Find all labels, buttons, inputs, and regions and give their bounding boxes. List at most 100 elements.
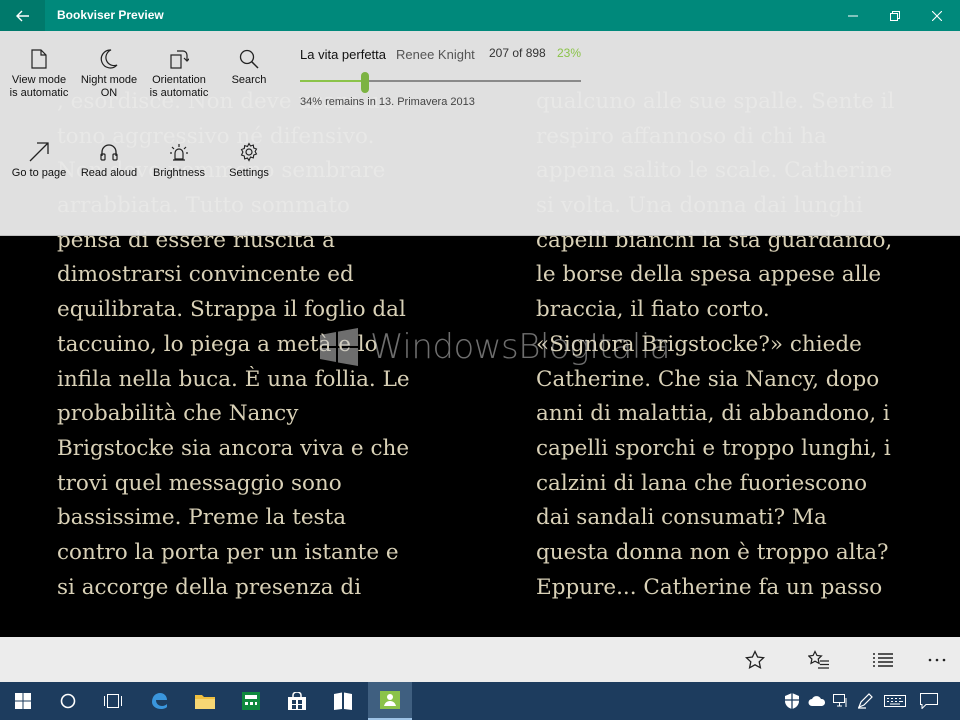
start-button[interactable] (0, 682, 46, 720)
title-bar: Bookviser Preview (0, 0, 960, 31)
back-button[interactable] (0, 0, 45, 31)
brightness-label: Brightness (153, 167, 205, 179)
back-arrow-icon (15, 10, 29, 21)
command-bar (0, 637, 960, 682)
app-window: Bookviser Preview , esordisce. Non deve … (0, 0, 960, 720)
pen-tray-icon[interactable] (853, 682, 877, 720)
night-mode-label-1: Night mode (80, 74, 138, 86)
slider-thumb[interactable] (360, 72, 369, 93)
chapter-remaining: 34% remains in 13. Primavera 2013 (300, 96, 475, 108)
text-line: si accorge della presenza di (57, 574, 362, 600)
book-icon (334, 692, 352, 710)
window-title: Bookviser Preview (57, 8, 164, 22)
text-line: braccia, il fiato corto. (536, 297, 770, 323)
page-count: 207 of 898 (489, 46, 546, 60)
star-icon (745, 650, 765, 670)
progress-percent: 23% (557, 46, 582, 60)
book-title: La vita perfetta (300, 47, 386, 62)
folder-icon (195, 695, 215, 709)
minimize-button[interactable] (830, 0, 876, 31)
keyboard-icon (884, 695, 906, 707)
edge-taskbar-icon[interactable] (136, 682, 182, 720)
view-mode-button[interactable]: View mode is automatic (4, 49, 74, 100)
text-line: Eppure... Catherine fa un passo (536, 574, 883, 600)
night-mode-label-2: ON (100, 87, 118, 99)
edge-icon (152, 693, 167, 709)
defender-tray-icon[interactable] (780, 682, 804, 720)
book-author: Renee Knight (396, 47, 475, 62)
cortana-button[interactable] (46, 682, 90, 720)
bookviser-pinned-icon[interactable] (320, 682, 366, 720)
bookviser-active-icon[interactable] (368, 682, 412, 720)
close-button[interactable] (914, 0, 960, 31)
go-to-page-button[interactable]: Go to page (4, 142, 74, 180)
star-list-icon (808, 650, 829, 669)
search-button[interactable]: Search (214, 49, 284, 87)
keyboard-tray-icon[interactable] (879, 682, 911, 720)
search-label: Search (231, 74, 267, 86)
windows-start-icon (15, 693, 31, 709)
table-of-contents-button[interactable] (870, 647, 896, 673)
list-icon (873, 653, 893, 667)
app-taskbar-icon[interactable] (228, 682, 274, 720)
text-line: capelli sporchi e troppo lunghi, i (536, 435, 891, 461)
slider-fill (300, 80, 365, 82)
options-panel: View mode is automatic Night mode ON Ori… (0, 31, 960, 236)
orientation-label-2: is automatic (149, 87, 209, 99)
lightbulb-icon (170, 144, 188, 161)
text-line: dai sandali consumati? Ma (536, 505, 827, 531)
page-icon (31, 49, 47, 69)
file-explorer-taskbar-icon[interactable] (182, 682, 228, 720)
text-line: questa donna non è troppo alta? (536, 539, 889, 565)
text-line: calzini di lana che fuoriescono (536, 470, 868, 496)
view-mode-label-1: View mode (11, 74, 67, 86)
progress-slider[interactable] (300, 72, 581, 93)
read-aloud-label: Read aloud (80, 167, 138, 179)
search-icon (239, 49, 259, 69)
text-line: Catherine. Che sia Nancy, dopo (536, 366, 880, 392)
bookmarks-list-button[interactable] (806, 647, 832, 673)
network-tray-icon[interactable] (829, 682, 853, 720)
moon-icon (100, 49, 118, 69)
shield-icon (785, 693, 799, 709)
arrow-up-right-icon (29, 142, 49, 162)
close-icon (932, 10, 942, 21)
settings-label: Settings (229, 167, 269, 179)
task-view-button[interactable] (90, 682, 136, 720)
text-line: le borse della spesa appese alle (536, 262, 882, 288)
action-center-button[interactable] (915, 682, 943, 720)
windows-logo-icon (320, 328, 358, 366)
watermark-text: WindowsBlogItalia (370, 327, 671, 367)
headphones-icon (100, 144, 118, 161)
cortana-icon (60, 693, 76, 709)
pen-icon (857, 693, 873, 709)
orientation-label-1: Orientation (152, 74, 206, 86)
more-icon (928, 658, 946, 662)
restore-button[interactable] (872, 0, 918, 31)
bookmark-button[interactable] (742, 647, 768, 673)
notification-icon (920, 693, 938, 709)
bookviser-app-icon (380, 691, 400, 709)
text-line: anni di malattia, di abbandono, i (536, 401, 890, 427)
view-mode-label-2: is automatic (9, 87, 69, 99)
text-line: contro la porta per un istante e (57, 539, 399, 565)
settings-button[interactable]: Settings (214, 142, 284, 180)
night-mode-button[interactable]: Night mode ON (74, 49, 144, 100)
brightness-button[interactable]: Brightness (144, 142, 214, 180)
network-icon (833, 694, 847, 707)
text-line: bassissime. Preme la testa (57, 505, 347, 531)
taskbar (0, 682, 960, 720)
onedrive-tray-icon[interactable] (805, 682, 829, 720)
cloud-icon (808, 696, 826, 706)
orientation-button[interactable]: Orientation is automatic (144, 49, 214, 100)
more-button[interactable] (924, 647, 950, 673)
text-line: trovi quel messaggio sono (57, 470, 342, 496)
rotate-icon (170, 50, 189, 69)
go-to-page-label: Go to page (11, 167, 67, 179)
task-view-icon (104, 694, 122, 708)
text-line: Brigstocke sia ancora viva e che (57, 435, 410, 461)
text-line: dimostrarsi convincente ed (57, 262, 354, 288)
read-aloud-button[interactable]: Read aloud (74, 142, 144, 180)
store-icon (288, 692, 306, 710)
store-taskbar-icon[interactable] (274, 682, 320, 720)
